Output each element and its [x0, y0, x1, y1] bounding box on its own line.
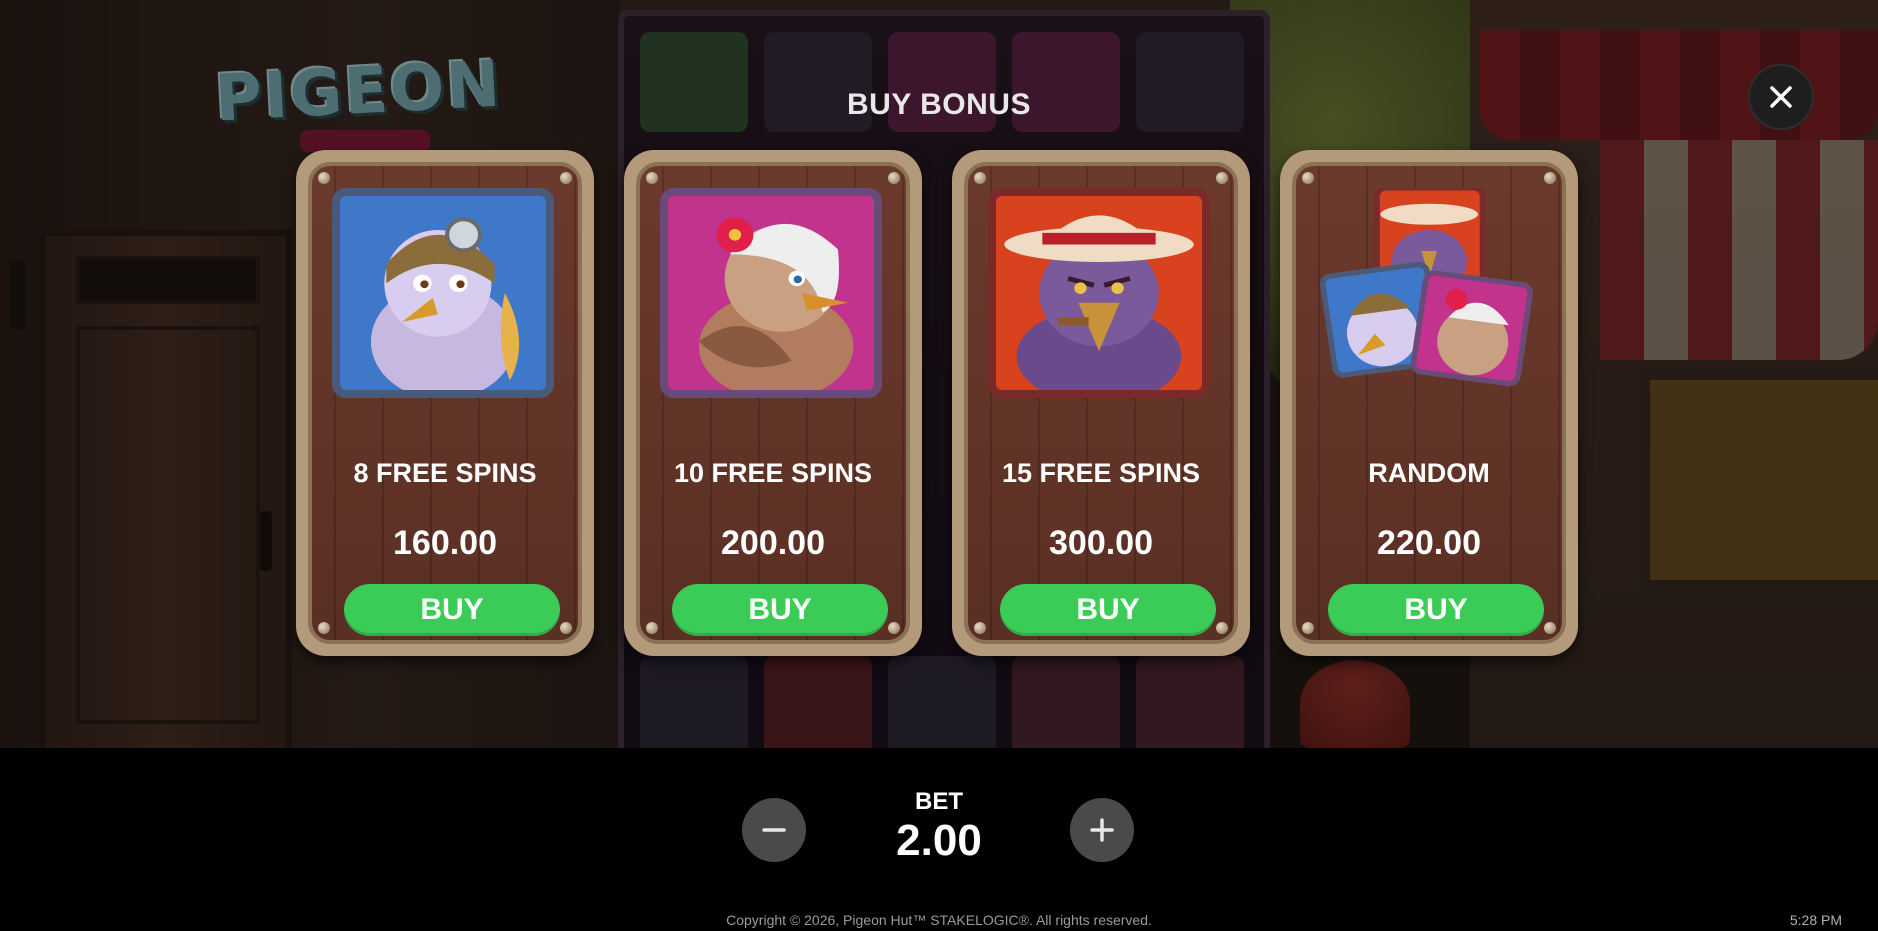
three-pigeons-image [1316, 188, 1538, 398]
plus-icon [1090, 818, 1114, 842]
bonus-card-8-spins: 8 FREE SPINS 160.00 BUY [296, 150, 594, 656]
bonus-label: RANDOM [1368, 458, 1490, 488]
buy-button-10-spins[interactable]: BUY [672, 584, 888, 636]
bet-increase-button[interactable] [1070, 798, 1134, 862]
bonus-label: 10 FREE SPINS [673, 458, 873, 488]
bet-value: 2.00 [896, 816, 982, 865]
aviator-pigeon-image [332, 188, 554, 398]
bonus-price: 160.00 [393, 524, 497, 562]
modal-title: BUY BONUS [847, 88, 1031, 121]
bonus-card-random: RANDOM 220.00 BUY [1280, 150, 1578, 656]
clock: 5:28 PM [1789, 912, 1842, 928]
close-icon [1770, 86, 1792, 108]
bonus-price: 200.00 [721, 524, 825, 562]
mobster-pigeon-image [988, 188, 1210, 398]
bonus-card-15-spins: 15 FREE SPINS 300.00 BUY [952, 150, 1250, 656]
flower-pigeon-image [660, 188, 882, 398]
buy-button-8-spins[interactable]: BUY [344, 584, 560, 636]
bonus-price: 300.00 [1049, 524, 1153, 562]
copyright-text: Copyright © 2026, Pigeon Hut™ STAKELOGIC… [726, 912, 1152, 928]
buy-button-random[interactable]: BUY [1328, 584, 1544, 636]
bonus-card-10-spins: 10 FREE SPINS 200.00 BUY [624, 150, 922, 656]
bonus-price: 220.00 [1377, 524, 1481, 562]
bonus-label: 8 FREE SPINS [353, 458, 537, 488]
bonus-label: 15 FREE SPINS [1001, 458, 1201, 488]
close-button[interactable] [1748, 64, 1814, 130]
bet-label: BET [915, 788, 963, 815]
buy-button-15-spins[interactable]: BUY [1000, 584, 1216, 636]
